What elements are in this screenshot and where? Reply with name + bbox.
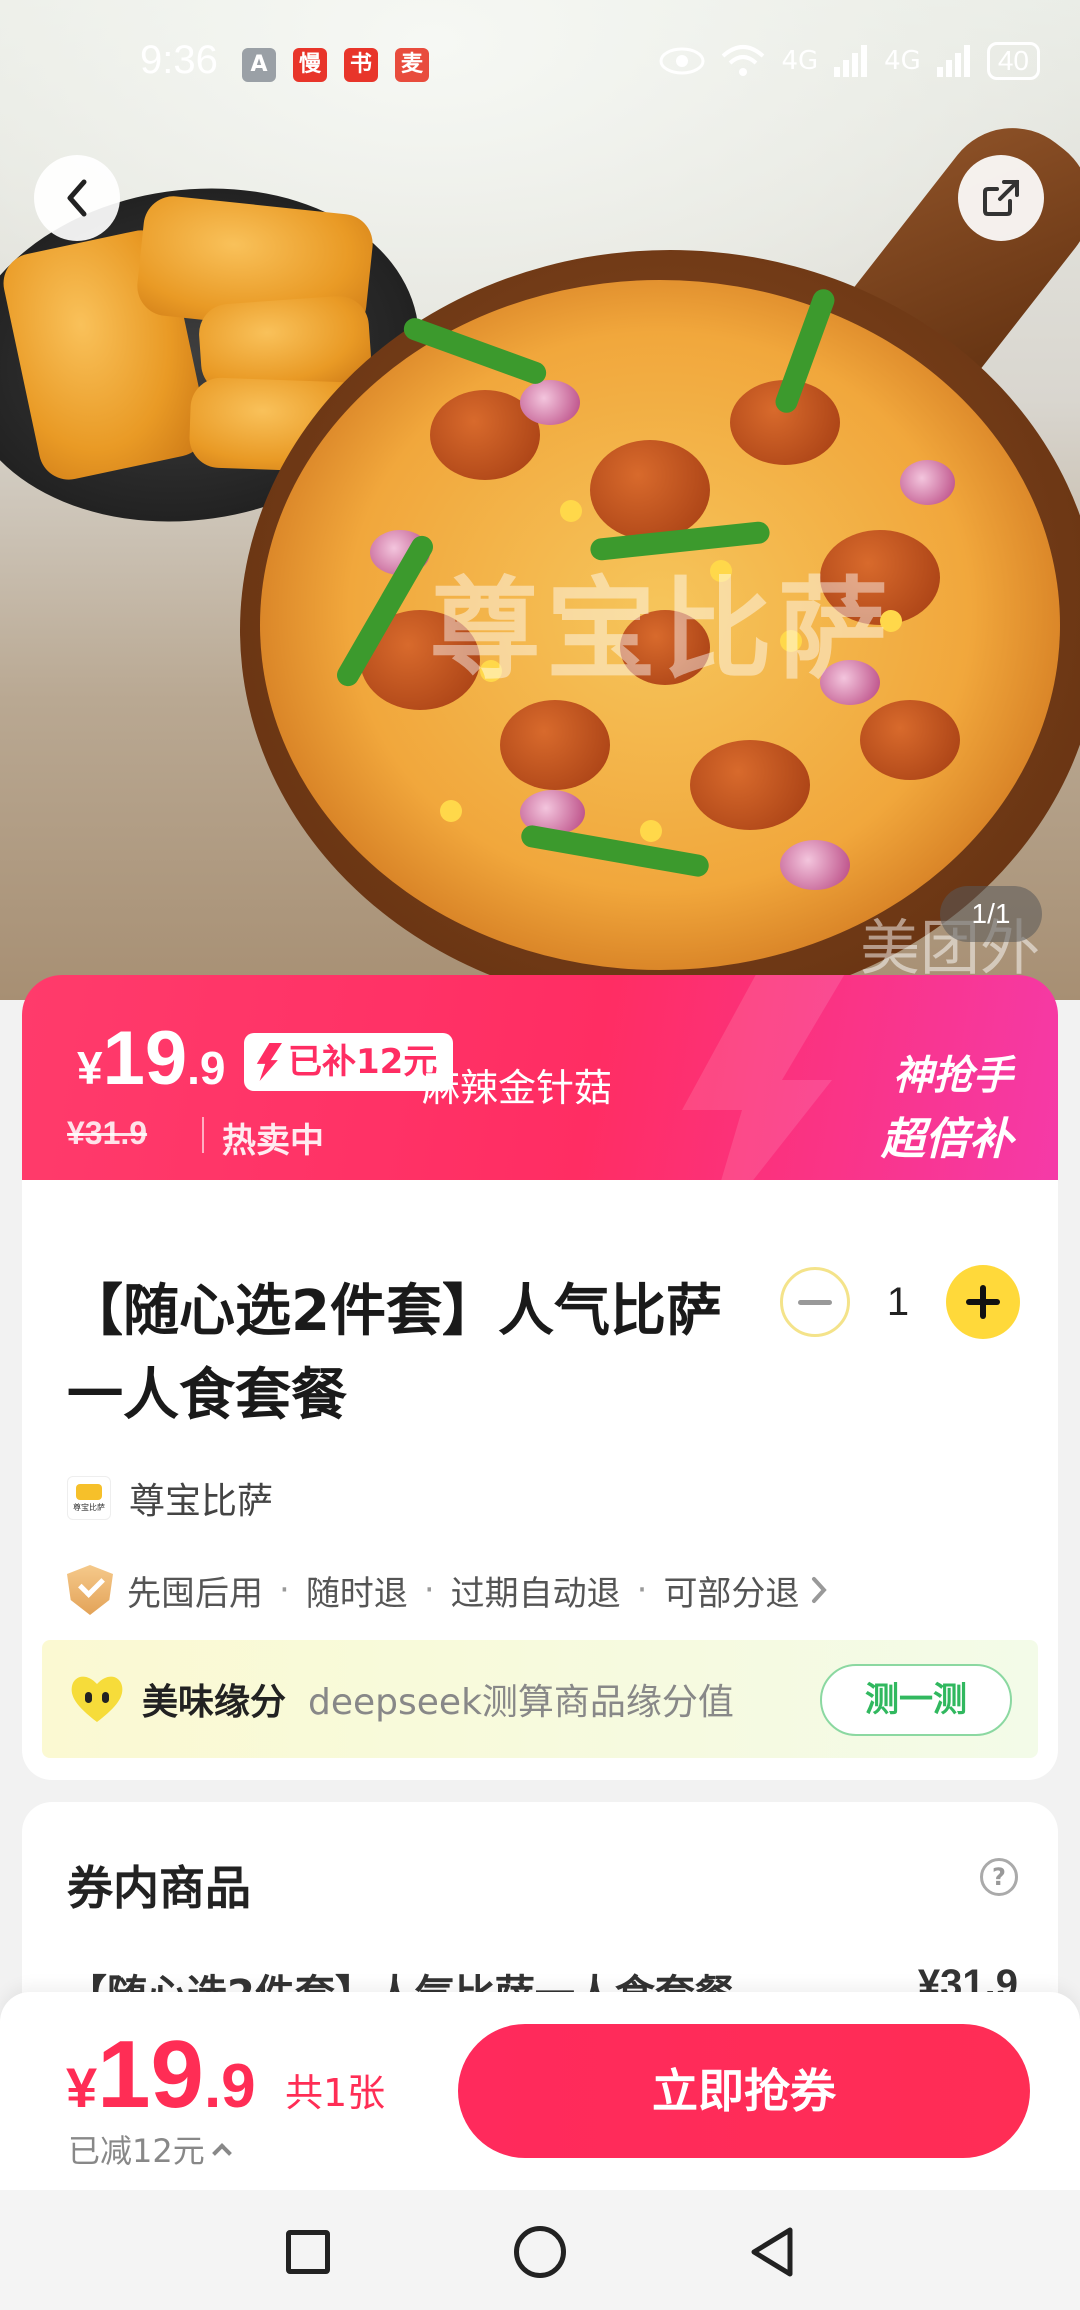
home-button[interactable]	[514, 2226, 566, 2278]
status-bar: 9:36 A 慢 书 麦 4G 4G 40	[0, 0, 1080, 130]
share-icon	[983, 180, 1019, 216]
signal-icon	[936, 45, 970, 77]
chevron-right-icon	[812, 1577, 828, 1603]
network-label-1: 4G	[781, 46, 819, 76]
bolt-decoration	[682, 975, 862, 1190]
status-time: 9:36	[140, 38, 218, 82]
promo-title: 神抢手	[893, 1053, 1013, 1099]
deal-price: ¥19.9	[77, 1015, 226, 1102]
product-title: 【随心选2件套】人气比萨一人食套餐	[67, 1279, 722, 1428]
network-label-2: 4G	[884, 46, 921, 76]
decrease-button[interactable]	[780, 1267, 850, 1337]
product-card: 【随心选2件套】人气比萨一人食套餐 1 尊宝比萨 尊宝比萨 先囤后用 · 随时退…	[22, 1180, 1058, 1780]
battery-indicator: 40	[986, 42, 1040, 80]
quantity-stepper: 1	[780, 1265, 1020, 1339]
price-integer: 19	[102, 1016, 188, 1101]
share-button[interactable]	[958, 155, 1044, 241]
watermark: 尊宝比萨	[430, 566, 894, 694]
guarantee-item: 先囤后用	[127, 1573, 263, 1614]
price-decimal: .9	[203, 2052, 256, 2121]
signal-icon	[834, 45, 868, 77]
chevron-up-icon	[211, 2143, 232, 2163]
shop-name: 尊宝比萨	[129, 1481, 274, 1522]
app-icon-mai: 麦	[395, 48, 429, 82]
taste-match-desc: deepseek测算商品缘分值	[308, 1682, 734, 1723]
taste-match-row: 美味缘分 deepseek测算商品缘分值 测一测	[42, 1640, 1038, 1758]
help-icon[interactable]: ?	[980, 1858, 1018, 1896]
flavor-label: 麻辣金针菇	[422, 1066, 613, 1110]
section-title: 券内商品	[67, 1861, 251, 1915]
separator-dot: ·	[423, 1570, 435, 1610]
increase-button[interactable]	[946, 1265, 1020, 1339]
shop-logo-text: 尊宝比萨	[73, 1502, 105, 1512]
app-icon-man: 慢	[293, 48, 327, 82]
price-decimal: .9	[187, 1042, 226, 1094]
shop-logo: 尊宝比萨	[67, 1476, 111, 1520]
hot-label: 热卖中	[222, 1121, 324, 1161]
price-banner: ¥19.9 已补12元 ¥31.9 热卖中 麻辣金针菇 神抢手 超倍补	[22, 975, 1058, 1190]
discount-toggle[interactable]: 已减12元	[68, 2126, 232, 2172]
total-price: ¥19.9	[66, 2020, 256, 2130]
back-triangle-icon[interactable]	[748, 2226, 796, 2278]
eye-icon	[659, 47, 705, 75]
lightning-icon	[256, 1043, 282, 1081]
guarantee-row[interactable]: 先囤后用 · 随时退 · 过期自动退 · 可部分退	[67, 1565, 829, 1615]
price-integer: 19	[97, 2021, 204, 2128]
separator-dot: ·	[636, 1570, 648, 1610]
product-image[interactable]: 尊宝比萨 美团外	[0, 0, 1080, 1000]
guarantee-item: 过期自动退	[450, 1573, 621, 1614]
app-icon-a: A	[242, 48, 276, 82]
chevron-left-icon	[67, 179, 87, 217]
recents-button[interactable]	[286, 2230, 330, 2274]
status-indicators: 4G 4G 40	[659, 42, 1040, 80]
heart-face-icon	[70, 1674, 124, 1724]
minus-icon	[798, 1299, 832, 1305]
original-price: ¥31.9	[67, 1115, 148, 1151]
quantity-value: 1	[886, 1279, 910, 1324]
system-nav-bar	[0, 2190, 1080, 2310]
wifi-icon	[722, 45, 765, 76]
test-button[interactable]: 测一测	[820, 1664, 1012, 1736]
app-icon-book: 书	[344, 48, 378, 82]
separator-dot: ·	[279, 1570, 290, 1610]
subsidy-label: 已补12元	[288, 1042, 438, 1082]
taste-match-title: 美味缘分	[142, 1682, 287, 1723]
guarantee-item: 可部分退	[663, 1573, 800, 1614]
divider	[202, 1117, 204, 1153]
guarantee-item: 随时退	[305, 1573, 408, 1614]
buy-now-button[interactable]: 立即抢券	[458, 2024, 1030, 2158]
image-counter: 1/1	[940, 886, 1042, 942]
bottom-action-bar: ¥19.9 共1张 已减12元 立即抢券	[0, 1992, 1080, 2190]
currency-symbol: ¥	[66, 2056, 98, 2119]
shield-check-icon	[67, 1565, 113, 1615]
screen: 尊宝比萨 美团外 9:36 A 慢 书 麦 4G 4G 40 1/1 ¥19.9	[0, 0, 1080, 2310]
currency-symbol: ¥	[77, 1042, 103, 1094]
discount-label: 已减12元	[68, 2132, 205, 2170]
back-button[interactable]	[34, 155, 120, 241]
shop-row[interactable]: 尊宝比萨 尊宝比萨	[67, 1472, 273, 1524]
voucher-count: 共1张	[285, 2071, 386, 2115]
promo-subtitle: 超倍补	[881, 1114, 1013, 1165]
